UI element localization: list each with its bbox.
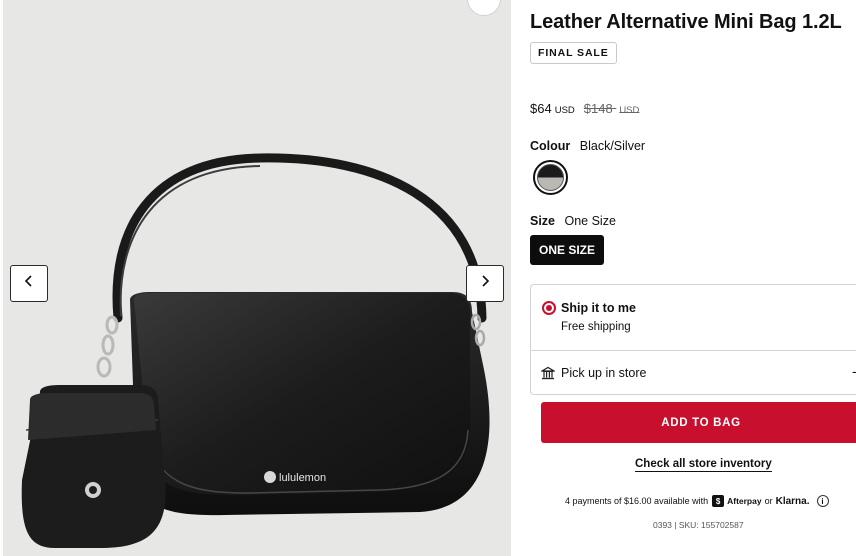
product-gallery: lululemon [0,0,511,556]
size-value: One Size [564,214,616,228]
gallery-next-button[interactable] [466,265,504,302]
info-icon[interactable]: i [816,495,829,507]
product-image: lululemon [21,153,490,548]
store-icon [539,366,557,385]
svg-text:lululemon: lululemon [279,472,326,484]
pickup-in-store-option[interactable]: Pick up in store - [531,351,856,396]
size-option-one-size[interactable]: ONE SIZE [530,235,604,265]
price-row: $64 USD $148 USD [530,101,639,116]
size-row: Size One Size [530,214,616,228]
colour-row: Colour Black/Silver [530,139,645,153]
ship-it-subtitle: Free shipping [561,321,631,333]
gallery-prev-button[interactable] [10,265,48,302]
colour-swatch-black-silver[interactable] [533,160,568,195]
payment-options-row: 4 payments of $16.00 available with $ Af… [565,495,829,507]
original-price-currency: USD [619,105,640,116]
product-title: Leather Alternative Mini Bag 1.2L [530,11,842,33]
afterpay-icon: $ [712,495,725,507]
payments-or: or [764,496,773,506]
radio-selected-icon [542,301,556,315]
chevron-left-icon [23,274,35,293]
add-to-bag-button[interactable]: ADD TO BAG [541,402,856,443]
afterpay-name[interactable]: Afterpay [727,496,761,506]
ship-it-option[interactable]: Ship it to me Free shipping [531,285,856,350]
final-sale-badge: FINAL SALE [530,42,617,64]
original-price-value: $148 [583,101,613,116]
colour-label: Colour [530,139,571,153]
sale-price: $64 [530,101,552,116]
product-info-panel: Leather Alternative Mini Bag 1.2L FINAL … [530,0,856,556]
installments-text: 4 payments of $16.00 available with [565,496,709,506]
ship-it-title: Ship it to me [561,301,636,315]
pickup-title: Pick up in store [561,366,647,380]
sku-line: 0393 | SKU: 155702587 [653,520,744,530]
pickup-toggle[interactable]: - [852,363,856,379]
original-price: $148 USD [584,101,640,116]
size-label: Size [530,214,556,228]
check-store-inventory-link[interactable]: Check all store inventory [635,458,772,472]
klarna-name[interactable]: Klarna. [776,496,810,507]
colour-value: Black/Silver [579,139,646,153]
delivery-options: Ship it to me Free shipping Pick up in s… [530,284,856,395]
chevron-right-icon [479,274,491,293]
sale-price-currency: USD [554,105,575,116]
swatch-fill [537,164,564,191]
